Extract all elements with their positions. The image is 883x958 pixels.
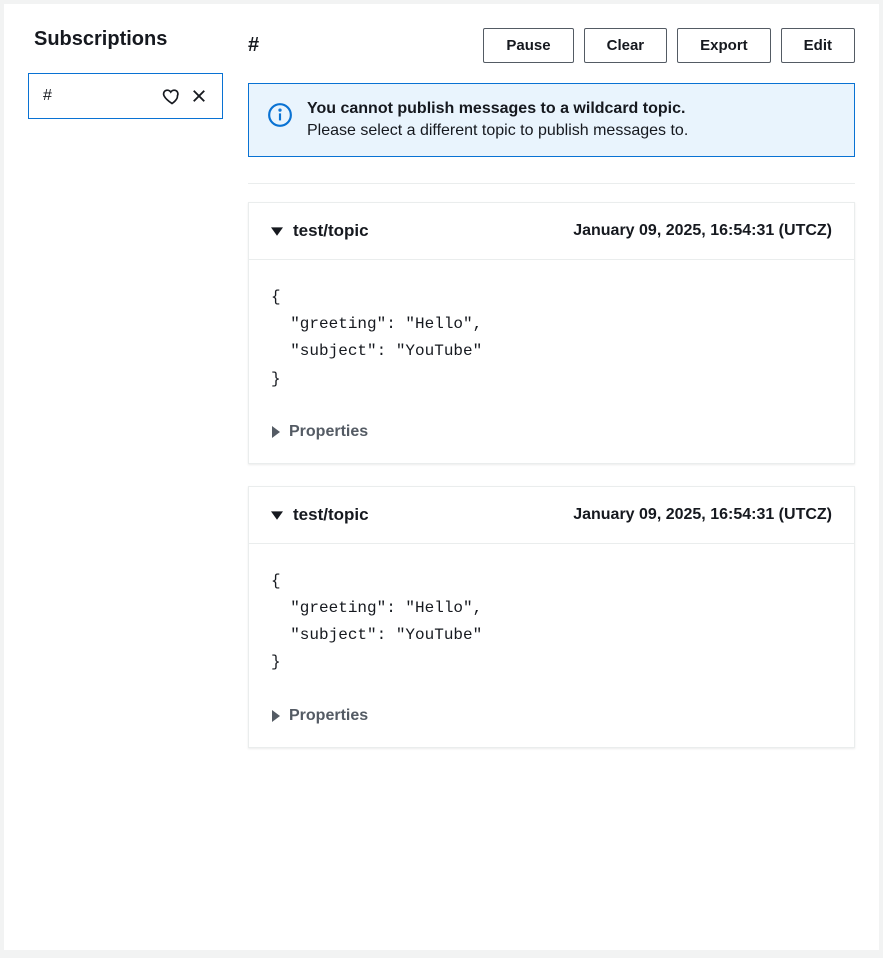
main-header: # Pause Clear Export Edit [248,28,855,63]
properties-toggle[interactable]: Properties [249,697,854,747]
edit-button[interactable]: Edit [781,28,855,63]
caret-down-icon [271,509,283,521]
caret-down-icon [271,225,283,237]
action-buttons: Pause Clear Export Edit [483,28,855,63]
subscription-card[interactable]: # [28,73,223,119]
message-header[interactable]: test/topic January 09, 2025, 16:54:31 (U… [249,203,854,260]
message-payload: { "greeting": "Hello", "subject": "YouTu… [271,568,832,677]
message-payload: { "greeting": "Hello", "subject": "YouTu… [271,284,832,393]
properties-label: Properties [289,423,368,441]
subscriptions-title: Subscriptions [34,28,228,51]
message-topic: test/topic [293,221,369,241]
caret-right-icon [271,710,281,722]
alert-title: You cannot publish messages to a wildcar… [307,100,688,118]
subscription-card-icons [162,86,208,106]
app-container: Subscriptions # # [4,4,879,950]
subscription-topic: # [43,87,52,105]
properties-label: Properties [289,707,368,725]
message-body: { "greeting": "Hello", "subject": "YouTu… [249,260,854,413]
subscriptions-sidebar: Subscriptions # [28,28,228,926]
message-body: { "greeting": "Hello", "subject": "YouTu… [249,544,854,697]
message-topic: test/topic [293,505,369,525]
message-card: test/topic January 09, 2025, 16:54:31 (U… [248,486,855,748]
wildcard-alert: You cannot publish messages to a wildcar… [248,83,855,157]
export-button[interactable]: Export [677,28,771,63]
info-icon [267,102,293,140]
message-timestamp: January 09, 2025, 16:54:31 (UTCZ) [573,506,832,524]
message-timestamp: January 09, 2025, 16:54:31 (UTCZ) [573,222,832,240]
section-divider [248,183,855,184]
message-card: test/topic January 09, 2025, 16:54:31 (U… [248,202,855,464]
clear-button[interactable]: Clear [584,28,668,63]
favorite-icon[interactable] [162,86,182,106]
pause-button[interactable]: Pause [483,28,573,63]
alert-text: You cannot publish messages to a wildcar… [307,100,688,140]
topic-title: # [248,34,259,57]
caret-right-icon [271,426,281,438]
main-panel: # Pause Clear Export Edit You cannot pub… [228,28,855,926]
message-header[interactable]: test/topic January 09, 2025, 16:54:31 (U… [249,487,854,544]
alert-body: Please select a different topic to publi… [307,122,688,140]
properties-toggle[interactable]: Properties [249,413,854,463]
close-icon[interactable] [190,87,208,105]
